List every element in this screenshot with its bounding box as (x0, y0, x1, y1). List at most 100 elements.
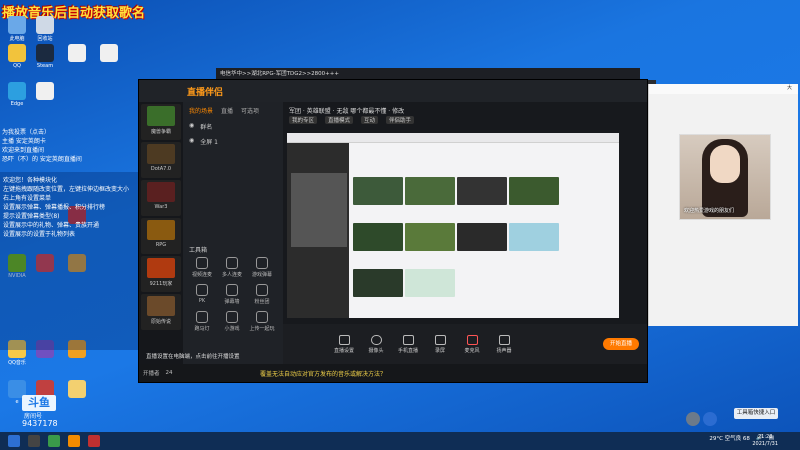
preview-thumbnail (457, 177, 507, 205)
tool-label: 多人连麦 (221, 272, 242, 278)
desktop-icon[interactable] (64, 380, 90, 399)
user-label[interactable]: 开播者 (143, 369, 160, 377)
info-pill[interactable]: 互动 (361, 116, 379, 124)
preview-thumbnail (353, 177, 403, 205)
toolbox-item[interactable]: 跑马灯 (187, 311, 217, 332)
notice-banner[interactable]: 覆盖无法自动应对官方发布的音乐或解决方法？ (260, 369, 386, 378)
scene-item[interactable]: ◉ 全屏 1 (183, 134, 283, 149)
tool-icon (226, 311, 238, 323)
toolbox-item[interactable]: PK (187, 284, 217, 305)
chat-window[interactable]: 大 欢迎热爱游戏的朋友们 (648, 84, 798, 326)
screen-record-button[interactable]: 录屏 (429, 334, 451, 354)
desktop-icon[interactable] (64, 44, 90, 63)
toolbox-item[interactable]: 上传一起玩 (247, 311, 277, 332)
desktop-icon[interactable]: QQ (4, 44, 30, 69)
desktop-icon-label: QQ音乐 (8, 360, 26, 366)
desktop-icon[interactable]: Steam (32, 44, 58, 69)
game-tile[interactable]: 魔兽争霸 (141, 104, 181, 140)
eye-icon[interactable]: ◉ (189, 137, 194, 146)
tab-live[interactable]: 直播 (221, 106, 233, 115)
game-tile[interactable]: 9211玩家 (141, 256, 181, 292)
game-icon[interactable] (88, 435, 100, 447)
desktop-icon[interactable]: Edge (4, 82, 30, 107)
start-stream-button[interactable]: 开始直播 (603, 338, 639, 350)
info-pill[interactable]: 直播模式 (325, 116, 354, 124)
game-tile[interactable]: War3 (141, 180, 181, 216)
tool-label: 小游戏 (224, 326, 240, 332)
search-icon[interactable] (28, 435, 40, 447)
tab-options[interactable]: 可选项 (241, 106, 259, 115)
scene-item[interactable]: ◉ 群名 (183, 119, 283, 134)
desktop-icon[interactable] (32, 82, 58, 101)
stream-app-icon[interactable] (68, 435, 80, 447)
user-count: 24 (165, 370, 173, 376)
info-pill[interactable]: 伴侣助手 (386, 116, 415, 124)
overlay-notes: 欢迎您！各种模块化 左键拖拽跟随改变位置，左键拉伸边框改变大小 右上角有设置菜单… (0, 172, 138, 350)
tab-my-scenes[interactable]: 我的场景 (189, 106, 213, 115)
stream-info-pills: 我的专区 直播模式 互动 伴侣助手 (289, 116, 415, 124)
brand-logo: 斗鱼 房间号 9437178 (8, 395, 64, 429)
note-line: 设置展示的设置于礼物列表 (3, 231, 76, 238)
control-label: 扬声器 (496, 347, 512, 354)
eye-icon[interactable]: ◉ (189, 122, 194, 131)
app-icon (8, 82, 26, 100)
clock[interactable]: 21:28 2021/7/31 (752, 434, 778, 448)
game-cover-image (147, 258, 175, 278)
stream-info: 军团 · 英雄联盟 · 无敌 哪个都最不懂 · 修改 (289, 108, 405, 115)
note-line: 提示设置弹幕类型(8) (3, 213, 60, 220)
preview-screen[interactable] (287, 133, 619, 318)
game-tile[interactable]: 原始传说 (141, 294, 181, 330)
tool-label: 视频连麦 (191, 272, 212, 278)
preview-thumbnail (509, 223, 559, 251)
portrait-image: 欢迎热爱游戏的朋友们 (679, 134, 771, 220)
app-icon[interactable] (48, 435, 60, 447)
tool-label: 游戏弹幕 (251, 272, 272, 278)
desktop-icon[interactable]: 回收站 (32, 16, 58, 42)
tool-icon (256, 257, 268, 269)
chatlog-line: 欢迎来到直播间 (2, 147, 45, 154)
scene-label: 群名 (200, 124, 213, 131)
game-tile[interactable]: DotA7.0 (141, 142, 181, 178)
game-tile[interactable]: RPG (141, 218, 181, 254)
tool-label: 弹幕墙 (224, 299, 240, 305)
game-cover-image (147, 182, 175, 202)
stream-settings-button[interactable]: 直播设置 (333, 334, 355, 354)
preview-thumbnail (405, 177, 455, 205)
tool-label: 跑马灯 (194, 326, 210, 332)
app-icon (8, 16, 26, 34)
toolbox-item[interactable]: 小游戏 (217, 311, 247, 332)
avatar[interactable] (703, 412, 717, 426)
chatlog-line: 恐吓（不）的 安定英朗直播间 (2, 156, 82, 163)
camera-button[interactable]: 摄像头 (365, 334, 387, 354)
game-label: 原始传说 (150, 319, 171, 325)
start-icon[interactable] (8, 435, 20, 447)
desktop-icon-label: 回收站 (37, 36, 53, 42)
preview-thumbnail (353, 269, 403, 297)
speaker-button[interactable]: 扬声器 (493, 334, 515, 354)
game-cover-image (147, 144, 175, 164)
toolbox-item[interactable]: 游戏弹幕 (247, 257, 277, 278)
info-pill[interactable]: 我的专区 (289, 116, 318, 124)
scene-label: 全屏 1 (200, 139, 218, 146)
tool-icon (196, 311, 208, 323)
preview-thumbnail (405, 223, 455, 251)
viewer-avatars (686, 412, 717, 426)
chat-window-titlebar[interactable]: 大 (649, 84, 798, 94)
scene-tabs: 我的场景 直播 可选项 (183, 102, 283, 119)
toolbox-item[interactable]: 弹幕墙 (217, 284, 247, 305)
toolbox-item[interactable]: 多人连麦 (217, 257, 247, 278)
game-list: 魔兽争霸 DotA7.0 War3 RPG 9211玩家原始传说 (139, 102, 183, 364)
microphone-button[interactable]: 麦克风 (461, 334, 483, 354)
desktop-icon[interactable]: 此电脑 (4, 16, 30, 42)
app-icon (36, 16, 54, 34)
app-header: 直播伴侣 (139, 80, 647, 102)
game-cover-image (147, 296, 175, 316)
toolbox-item[interactable]: 视频连麦 (187, 257, 217, 278)
toolbox-shortcut-button[interactable]: 工具箱快捷入口 (734, 408, 778, 419)
phone-live-button[interactable]: 手机直播 (397, 334, 419, 354)
warning-strip[interactable]: 直播设置在电脑端，点击前往开播设置 (146, 352, 496, 362)
weather-text[interactable]: 29°C 空气良 68 (709, 434, 750, 442)
toolbox-item[interactable]: 粉丝团 (247, 284, 277, 305)
desktop-icon[interactable] (96, 44, 122, 63)
avatar[interactable] (686, 412, 700, 426)
